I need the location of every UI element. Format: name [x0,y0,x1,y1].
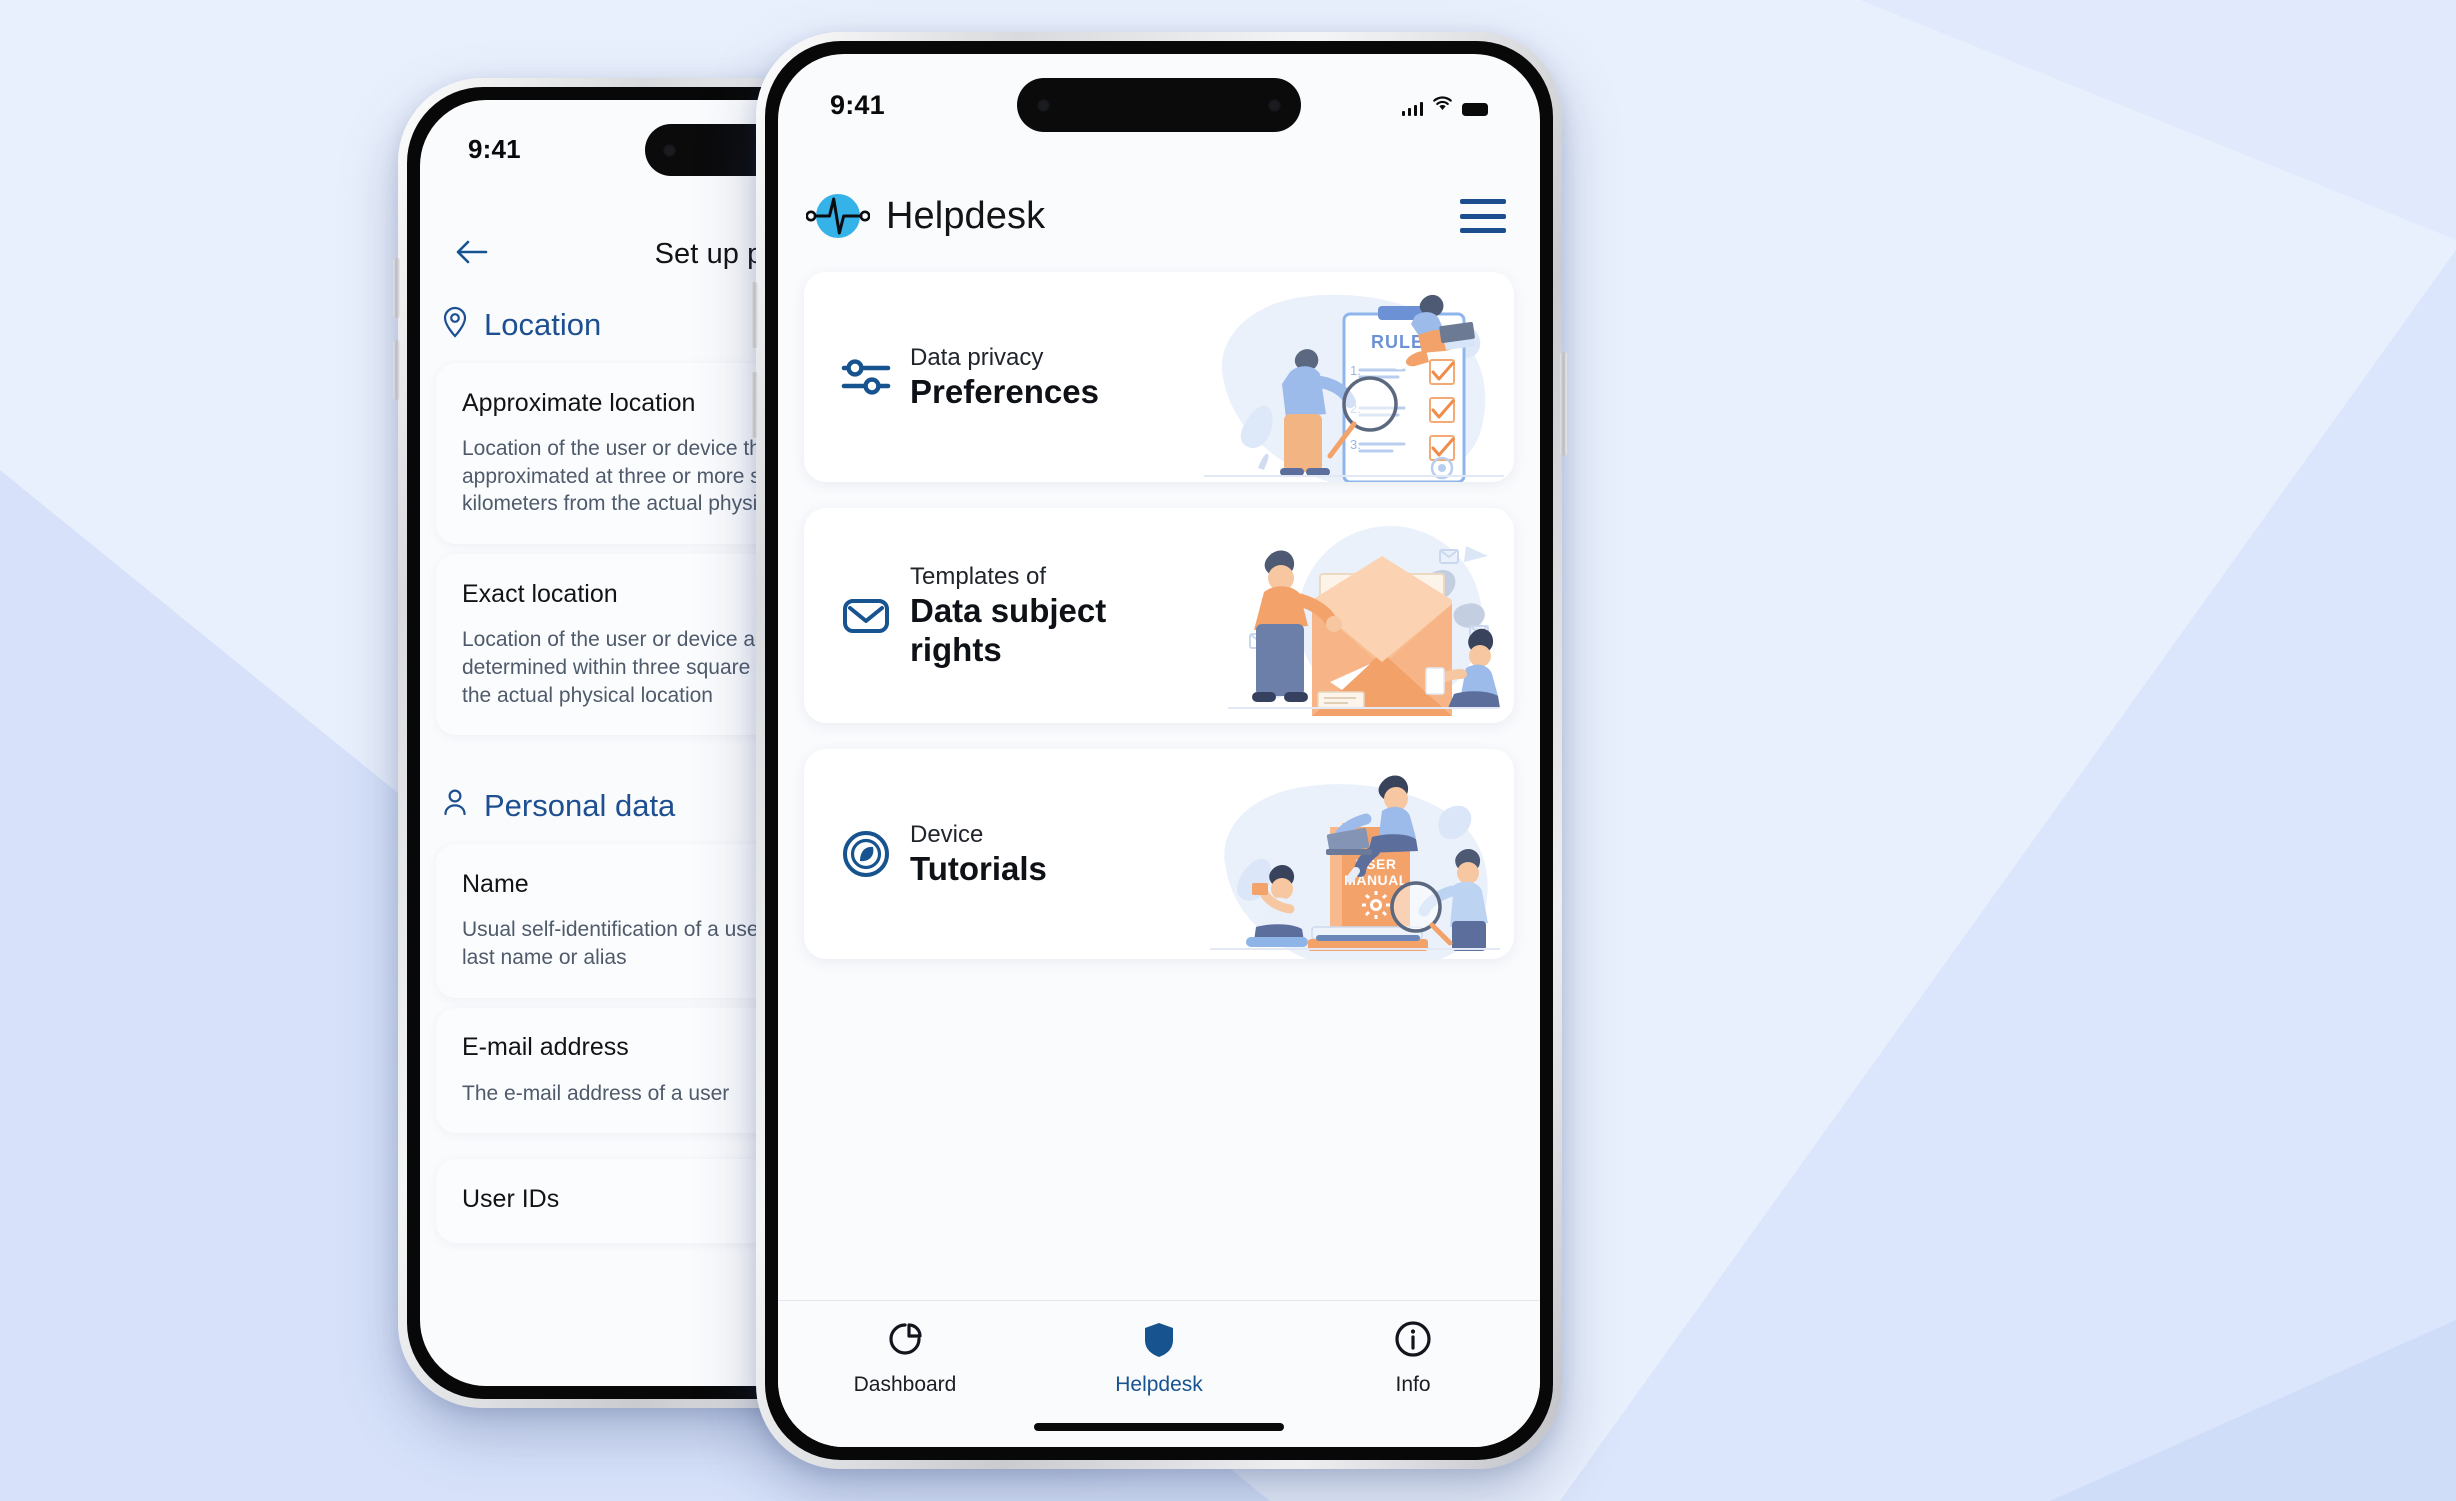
hamburger-menu-icon[interactable] [1460,199,1506,233]
compass-icon [830,829,902,879]
card-device-tutorials[interactable]: USER MANUAL Device Tutorials [804,749,1514,959]
illustration-user-manual: USER MANUAL [1184,749,1514,959]
section-label: Location [484,306,602,342]
app-title: Helpdesk [886,194,1046,237]
dynamic-island [1017,78,1301,132]
card-text: Templates of Data subject rights [910,562,1180,669]
right-phone-device: 9:41 Helpdesk RULES 1. 3. Data privacy P… [751,32,1567,1469]
tab-label: Info [1395,1373,1431,1396]
card-headline: Preferences [910,372,1099,410]
volume-up-button[interactable] [393,258,400,318]
power-button[interactable] [1560,352,1567,456]
envelope-icon [830,596,902,636]
svg-text:1.: 1. [1350,363,1361,378]
tab-helpdesk[interactable]: Helpdesk [1084,1319,1234,1397]
card-kicker: Templates of [910,563,1047,591]
helpdesk-card-list: RULES 1.2.3. [778,272,1540,959]
card-kicker: Device [910,820,984,848]
volume-down-button[interactable] [393,340,400,400]
card-headline: Data subject rights [910,592,1107,668]
preference-title: Name [462,869,529,898]
back-button[interactable] [450,232,494,276]
preference-title: E-mail address [462,1033,629,1062]
battery-icon [1462,103,1488,116]
tab-dashboard[interactable]: Dashboard [830,1319,980,1397]
tab-label: Dashboard [853,1373,957,1396]
illustration-rules-checklist: RULES 1.2.3. [1184,272,1514,482]
preference-title: User IDs [462,1184,560,1213]
tab-label: Helpdesk [1115,1373,1203,1396]
tab-info[interactable]: Info [1338,1319,1488,1397]
card-text: Device Tutorials [910,820,1047,888]
app-bar: Helpdesk [778,176,1540,256]
preference-title: Exact location [462,579,618,608]
face-id-sensor [1268,98,1281,112]
status-time: 9:41 [468,134,521,164]
card-text: Data privacy Preferences [910,343,1099,411]
person-icon [442,787,468,824]
back-arrow-icon [455,239,489,270]
info-circle-icon [1393,1319,1433,1364]
status-time: 9:41 [830,90,885,120]
volume-down-button[interactable] [751,372,758,438]
volume-up-button[interactable] [751,282,758,348]
right-phone-screen: 9:41 Helpdesk RULES 1. 3. Data privacy P… [778,54,1540,1447]
card-data-privacy-preferences[interactable]: RULES 1.2.3. [804,272,1514,482]
heartbeat-pulse-logo-icon [806,190,870,242]
bottom-tab-bar: Dashboard Helpdesk Info [778,1300,1540,1447]
svg-text:3.: 3. [1350,437,1361,452]
location-pin-icon [442,306,468,343]
status-icons [1401,95,1488,116]
wifi-icon [1432,95,1453,116]
shield-icon [1139,1319,1179,1364]
pie-chart-icon [885,1319,925,1364]
front-camera [663,143,676,157]
section-label: Personal data [484,787,676,823]
signal-bars-icon [1401,102,1423,116]
card-kicker: Data privacy [910,343,1044,371]
front-camera [1037,98,1050,112]
card-headline: Tutorials [910,849,1047,887]
illustration-open-envelope [1214,508,1514,723]
home-indicator[interactable] [1034,1423,1284,1431]
preference-title: Approximate location [462,388,696,417]
sliders-settings-icon [830,353,902,401]
card-data-subject-rights[interactable]: Templates of Data subject rights [804,508,1514,723]
